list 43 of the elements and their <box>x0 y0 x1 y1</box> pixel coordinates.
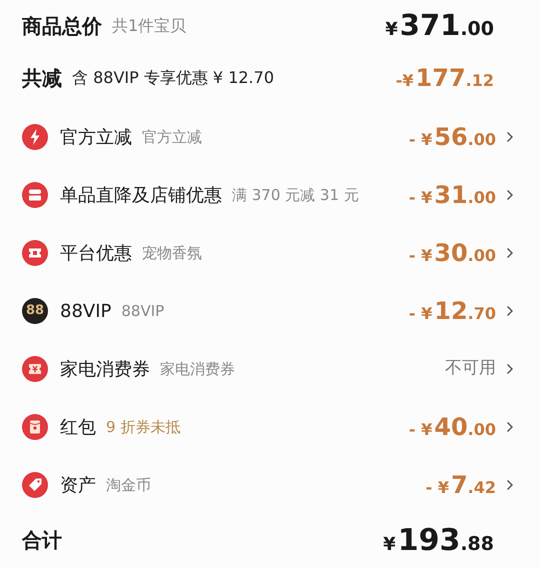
total-price: ¥371.00 <box>385 7 494 44</box>
vip-discount-note: 含 88VIP 专享优惠 ¥ 12.70 <box>72 67 274 89</box>
coupon-icon <box>22 356 48 382</box>
discount-amount: - ¥56.00 <box>408 122 496 153</box>
chevron-right-icon[interactable] <box>506 189 514 201</box>
ticket-icon <box>22 240 48 266</box>
row-title: 合计 <box>22 527 62 554</box>
chevron-right-icon[interactable] <box>506 247 514 259</box>
discount-title: 资产 <box>60 474 96 498</box>
discount-title: 平台优惠 <box>60 242 132 266</box>
tag-icon <box>22 472 48 498</box>
discount-title: 红包 <box>60 416 96 440</box>
discount-detail: 满 370 元减 31 元 <box>232 184 359 206</box>
discount-total: -¥177.12 <box>396 63 494 94</box>
discount-amount: - ¥30.00 <box>408 238 496 269</box>
row-title: 商品总价 <box>22 13 102 40</box>
vip-badge-icon: 88 <box>22 298 48 324</box>
discount-detail: 9 折券未抵 <box>106 416 180 438</box>
discount-title: 单品直降及店铺优惠 <box>60 184 222 208</box>
discount-detail: 淘金币 <box>106 474 151 496</box>
discount-detail: 宠物香氛 <box>142 242 202 264</box>
discount-amount: - ¥40.00 <box>408 412 496 443</box>
chevron-right-icon[interactable] <box>506 305 514 317</box>
discount-title: 88VIP <box>60 300 112 324</box>
discount-detail: 家电消费券 <box>160 358 235 380</box>
discount-detail: 官方立减 <box>142 126 202 148</box>
shop-icon <box>22 182 48 208</box>
discount-amount: - ¥7.42 <box>426 470 496 501</box>
item-count: 共1件宝贝 <box>112 15 186 37</box>
discount-detail: 88VIP <box>121 300 164 322</box>
discount-amount: - ¥31.00 <box>408 180 496 211</box>
chevron-right-icon[interactable] <box>506 131 514 143</box>
chevron-right-icon[interactable] <box>506 421 514 433</box>
chevron-right-icon[interactable] <box>506 363 514 375</box>
grand-total-price: ¥193.88 <box>383 522 494 560</box>
status-text: 不可用 <box>445 357 496 380</box>
lightning-icon <box>22 124 48 150</box>
discount-amount: - ¥12.70 <box>408 296 496 327</box>
discount-title: 官方立减 <box>60 126 132 150</box>
chevron-right-icon[interactable] <box>506 479 514 491</box>
row-title: 共减 <box>22 65 62 92</box>
envelope-icon <box>22 414 48 440</box>
discount-title: 家电消费券 <box>60 358 150 382</box>
